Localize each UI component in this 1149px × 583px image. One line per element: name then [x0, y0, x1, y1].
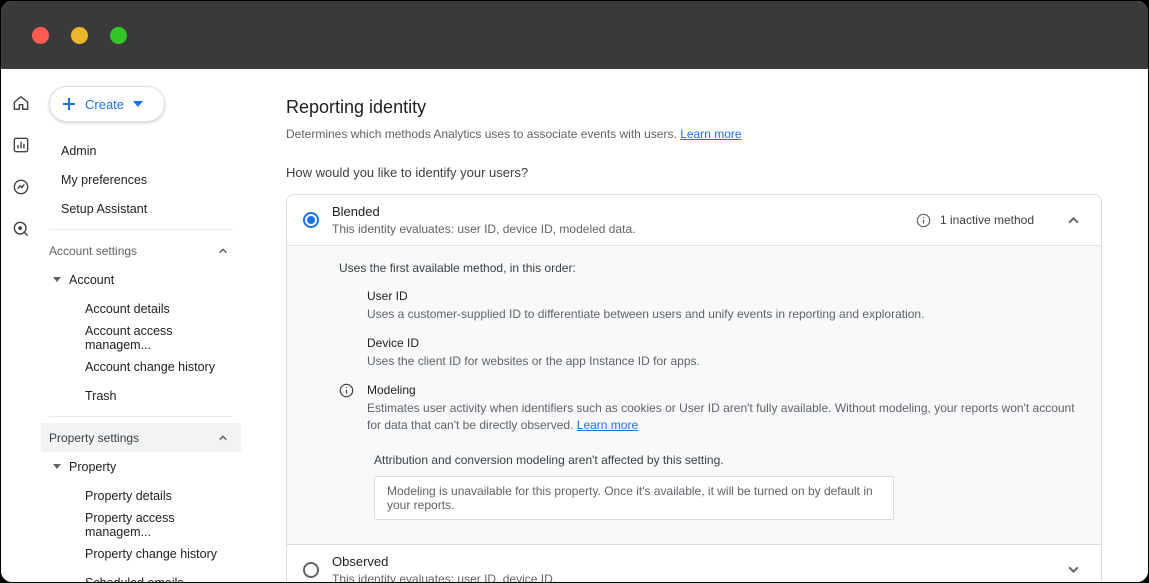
learn-more-link[interactable]: Learn more: [680, 127, 741, 141]
sidebar-item-setup-assistant[interactable]: Setup Assistant: [41, 194, 241, 223]
sidebar-item-label: Property change history: [85, 547, 217, 561]
window-content: Create Admin My preferences Setup Assist…: [1, 69, 1148, 582]
admin-sidebar: Create Admin My preferences Setup Assist…: [41, 69, 286, 582]
sidebar-item-label: Account change history: [85, 360, 215, 374]
attribution-note: Attribution and conversion modeling aren…: [374, 453, 1081, 467]
nav-rail-home[interactable]: [9, 91, 33, 115]
observed-right-group: [1043, 558, 1085, 582]
sidebar-item-account-details[interactable]: Account details: [41, 294, 241, 323]
method-name: User ID: [367, 289, 1081, 303]
main-content: Reporting identity Determines which meth…: [286, 69, 1148, 582]
sidebar-item-trash[interactable]: Trash: [41, 381, 241, 410]
nav-rail-reports[interactable]: [9, 133, 33, 157]
zoom-window-button[interactable]: [110, 27, 127, 44]
advertising-icon: [11, 219, 31, 239]
blended-details-panel: Uses the first available method, in this…: [287, 245, 1101, 544]
expander-triangle-icon: [53, 464, 61, 469]
section-header-label: Property settings: [49, 431, 139, 445]
chevron-down-icon: [1067, 563, 1080, 576]
chevron-up-icon: [218, 246, 228, 256]
app-window: Create Admin My preferences Setup Assist…: [0, 0, 1149, 583]
sidebar-section-account-settings[interactable]: Account settings: [41, 236, 241, 265]
sidebar-item-label: Trash: [85, 389, 117, 403]
page-title: Reporting identity: [286, 97, 1102, 118]
blended-title: Blended: [332, 204, 903, 219]
observed-texts: Observed This identity evaluates: user I…: [332, 554, 1030, 582]
sidebar-item-property-access-management[interactable]: Property access managem...: [41, 510, 241, 539]
close-window-button[interactable]: [32, 27, 49, 44]
modeling-unavailable-note: Modeling is unavailable for this propert…: [374, 476, 894, 520]
sidebar-item-label: Scheduled emails: [85, 576, 184, 583]
method-description: Uses a customer-supplied ID to different…: [367, 306, 1081, 322]
create-button-label: Create: [85, 97, 124, 112]
method-description: Estimates user activity when identifiers…: [367, 400, 1081, 432]
chevron-up-icon: [218, 433, 228, 443]
sidebar-item-label: Account access managem...: [85, 324, 241, 352]
nav-rail-advertising[interactable]: [9, 217, 33, 241]
method-modeling: Modeling Estimates user activity when id…: [339, 383, 1081, 432]
sidebar-item-account-access-management[interactable]: Account access managem...: [41, 323, 241, 352]
sidebar-section-property-settings[interactable]: Property settings: [41, 423, 241, 452]
option-blended-row[interactable]: Blended This identity evaluates: user ID…: [287, 195, 1101, 245]
blended-description: This identity evaluates: user ID, device…: [332, 222, 903, 236]
sidebar-item-label: Property access managem...: [85, 511, 241, 539]
observed-expand-button[interactable]: [1061, 558, 1085, 582]
blended-right-group: 1 inactive method: [916, 208, 1085, 232]
sidebar-nav: Admin My preferences Setup Assistant Acc…: [41, 136, 241, 582]
sidebar-item-label: Admin: [61, 144, 96, 158]
sidebar-item-property-change-history[interactable]: Property change history: [41, 539, 241, 568]
caret-down-icon: [133, 101, 143, 107]
sidebar-group-account[interactable]: Account: [41, 265, 241, 294]
info-icon[interactable]: [916, 213, 931, 228]
sidebar-divider: [49, 229, 233, 230]
sidebar-item-my-preferences[interactable]: My preferences: [41, 165, 241, 194]
info-icon: [339, 383, 354, 398]
option-observed-row[interactable]: Observed This identity evaluates: user I…: [287, 544, 1101, 582]
panel-intro: Uses the first available method, in this…: [339, 261, 1081, 275]
identity-question: How would you like to identify your user…: [286, 165, 1102, 180]
reports-icon: [11, 135, 31, 155]
nav-rail: [1, 69, 41, 582]
observed-radio[interactable]: [303, 562, 319, 578]
method-user-id: User ID Uses a customer-supplied ID to d…: [339, 289, 1081, 322]
sidebar-item-label: My preferences: [61, 173, 147, 187]
sidebar-item-label: Setup Assistant: [61, 202, 147, 216]
window-titlebar: [1, 1, 1148, 69]
inactive-method-badge: 1 inactive method: [940, 213, 1034, 227]
sidebar-item-property-details[interactable]: Property details: [41, 481, 241, 510]
method-name: Modeling: [367, 383, 1081, 397]
nav-rail-explore[interactable]: [9, 175, 33, 199]
minimize-window-button[interactable]: [71, 27, 88, 44]
home-icon: [11, 93, 31, 113]
blended-collapse-button[interactable]: [1061, 208, 1085, 232]
modeling-learn-more-link[interactable]: Learn more: [577, 418, 638, 432]
expander-triangle-icon: [53, 277, 61, 282]
blended-radio[interactable]: [303, 212, 319, 228]
chevron-up-icon: [1067, 214, 1080, 227]
section-header-label: Account settings: [49, 244, 137, 258]
sidebar-group-property[interactable]: Property: [41, 452, 241, 481]
create-button[interactable]: Create: [49, 86, 165, 122]
sidebar-divider: [49, 416, 233, 417]
page-subtitle: Determines which methods Analytics uses …: [286, 127, 1102, 141]
sidebar-item-account-change-history[interactable]: Account change history: [41, 352, 241, 381]
plus-icon: [62, 97, 76, 111]
sidebar-item-admin[interactable]: Admin: [41, 136, 241, 165]
traffic-lights: [32, 27, 127, 44]
method-device-id: Device ID Uses the client ID for website…: [339, 336, 1081, 369]
explore-icon: [11, 177, 31, 197]
observed-title: Observed: [332, 554, 1030, 569]
identity-options-card: Blended This identity evaluates: user ID…: [286, 194, 1102, 582]
group-label: Account: [69, 273, 114, 287]
observed-description: This identity evaluates: user ID, device…: [332, 572, 1030, 582]
method-description-text: Estimates user activity when identifiers…: [367, 401, 1075, 431]
sidebar-item-label: Property details: [85, 489, 172, 503]
method-name: Device ID: [367, 336, 1081, 350]
group-label: Property: [69, 460, 116, 474]
method-description: Uses the client ID for websites or the a…: [367, 353, 1081, 369]
page-subtitle-text: Determines which methods Analytics uses …: [286, 127, 677, 141]
sidebar-item-label: Account details: [85, 302, 170, 316]
blended-texts: Blended This identity evaluates: user ID…: [332, 204, 903, 236]
sidebar-item-scheduled-emails[interactable]: Scheduled emails: [41, 568, 241, 582]
